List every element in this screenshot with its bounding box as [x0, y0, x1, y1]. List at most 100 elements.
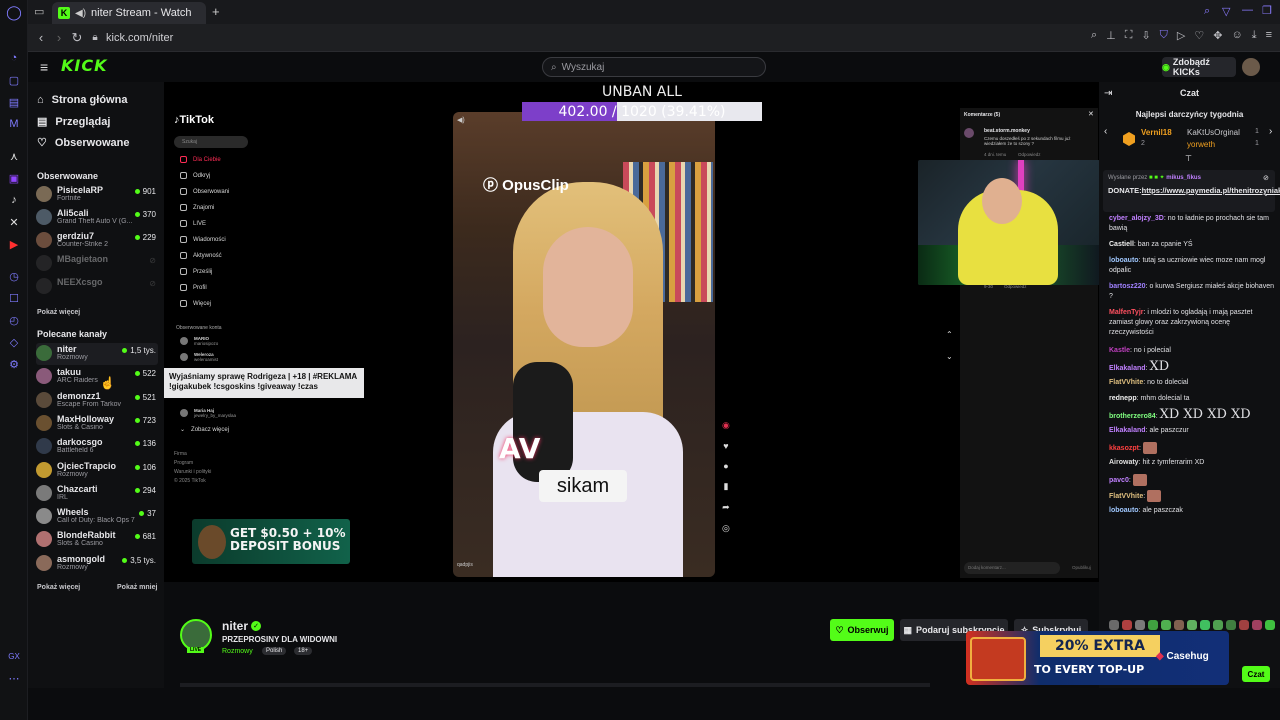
chat-username[interactable]: MalfenTyjr: [1109, 309, 1144, 316]
recommended-channel[interactable]: MaxHolloway Slots & Casino 723: [36, 413, 158, 435]
scroll-up-icon[interactable]: ⌃: [946, 330, 953, 339]
emote-icon[interactable]: [1200, 620, 1210, 630]
recommended-channel[interactable]: takuu ARC Raiders 522: [36, 366, 158, 388]
tab-overview-icon[interactable]: ▭: [34, 5, 44, 18]
chat-username[interactable]: kkasozpt: [1109, 445, 1139, 452]
emote-icon[interactable]: [1213, 620, 1223, 630]
more-icon[interactable]: ⋯: [6, 670, 22, 686]
stream-category[interactable]: Rozmowy: [222, 648, 253, 655]
gifters-next[interactable]: ›: [1269, 126, 1272, 137]
puzzle-icon[interactable]: ✥: [1213, 29, 1222, 42]
download-icon[interactable]: ⤓: [1252, 29, 1257, 42]
recommended-channel[interactable]: Chazcarti IRL 294: [36, 483, 158, 505]
menu-icon[interactable]: ≡: [1266, 29, 1272, 42]
messenger-icon[interactable]: M: [6, 116, 22, 132]
bookmark-icon[interactable]: ☐: [6, 290, 22, 306]
emote-icon[interactable]: [1122, 620, 1132, 630]
chat-username[interactable]: brotherzero84: [1109, 413, 1156, 420]
gx-icon[interactable]: GX: [6, 648, 22, 664]
url-field[interactable]: kick.com/niter: [106, 32, 173, 44]
zoom-icon[interactable]: ⌕: [1091, 29, 1097, 42]
profile-icon[interactable]: ☺: [1231, 29, 1242, 42]
speaker-icon[interactable]: ◀): [75, 8, 86, 19]
chat-username[interactable]: Airowaty: [1109, 459, 1139, 466]
emote-icon[interactable]: [1174, 620, 1184, 630]
play-icon[interactable]: ▷: [1177, 29, 1185, 42]
nav-home[interactable]: ⌂ Strona główna: [37, 94, 127, 106]
reload-button[interactable]: ↻: [68, 29, 86, 47]
video-player[interactable]: ♪TikTok Szukaj Obserwowane konta ⌄ Zobacz…: [164, 82, 1100, 582]
chat-username[interactable]: rednepp: [1109, 395, 1137, 402]
clock-icon[interactable]: ◴: [6, 312, 22, 328]
channel-name[interactable]: niter: [222, 619, 248, 633]
dl-icon[interactable]: ⇩: [1141, 29, 1150, 42]
aria-icon[interactable]: ◔: [6, 50, 22, 66]
forward-button[interactable]: ›: [50, 29, 68, 47]
tag-polish[interactable]: Polish: [262, 647, 287, 655]
emote-icon[interactable]: [1135, 620, 1145, 630]
extensions-icon[interactable]: ◇: [6, 334, 22, 350]
youtube-icon[interactable]: ▶: [6, 236, 22, 252]
kick-logo[interactable]: KICK: [61, 56, 108, 75]
x-icon[interactable]: ✕: [6, 214, 22, 230]
pinned-link[interactable]: https://www.paymedia.pl/thenitrozyniak: [1142, 186, 1280, 195]
emote-icon[interactable]: [1239, 620, 1249, 630]
gifters-prev[interactable]: ‹: [1104, 126, 1107, 137]
minimize-icon[interactable]: ▽: [1222, 5, 1230, 18]
recommended-channel[interactable]: BlondeRabbit Slots & Casino 681: [36, 529, 158, 551]
emote-icon[interactable]: [1161, 620, 1171, 630]
tag-18[interactable]: 18+: [294, 647, 313, 655]
get-kicks-button[interactable]: ◉ Zdobądź KICKs: [1162, 57, 1236, 77]
hamburger-icon[interactable]: ≡: [40, 59, 48, 75]
settings-icon[interactable]: ⚙: [6, 356, 22, 372]
workspace-icon[interactable]: ▢: [6, 72, 22, 88]
chat-username[interactable]: pavc0: [1109, 477, 1129, 484]
chat-username[interactable]: cyber_alojzy_3D: [1109, 215, 1164, 222]
history-icon[interactable]: ◷: [6, 268, 22, 284]
follow-button[interactable]: ♡ Obserwuj: [830, 619, 894, 641]
chat-username[interactable]: loboauto: [1109, 257, 1139, 264]
chat-username[interactable]: loboauto: [1109, 507, 1139, 514]
wallet-icon[interactable]: ▤: [6, 94, 22, 110]
chat-username[interactable]: Castiell: [1109, 241, 1134, 248]
chat-username[interactable]: FlatVVhite: [1109, 493, 1143, 500]
tab-active[interactable]: K ◀) niter Stream - Watch l: [52, 2, 206, 24]
twitch-icon[interactable]: ▣: [6, 170, 22, 186]
followed-channel[interactable]: MBagietaon ⊘: [36, 253, 158, 275]
heart-icon[interactable]: ♡: [1194, 29, 1204, 42]
chat-username[interactable]: bartosz220: [1109, 283, 1146, 290]
search-tabs-icon[interactable]: ⌕: [1204, 5, 1210, 18]
snapshot-icon[interactable]: ⛶: [1125, 29, 1133, 42]
emote-icon[interactable]: [1187, 620, 1197, 630]
recommended-channel[interactable]: Wheels Call of Duty: Black Ops 7 37: [36, 506, 158, 528]
recommended-channel[interactable]: asmongold Rozmowy 3,5 tys.: [36, 553, 158, 575]
shield-icon[interactable]: ⛉: [1160, 29, 1168, 42]
emote-icon[interactable]: [1265, 620, 1275, 630]
tiktok-icon[interactable]: ♪: [6, 192, 22, 208]
scroll-down-icon[interactable]: ⌄: [946, 352, 953, 361]
chat-username[interactable]: Elkakaland: [1109, 365, 1146, 372]
chat-username[interactable]: Kastle: [1109, 347, 1130, 354]
show-more-recommended[interactable]: Pokaż więcej: [37, 584, 80, 591]
emote-icon[interactable]: [1252, 620, 1262, 630]
followed-channel[interactable]: gerdziu7 Counter-Strike 2 229: [36, 230, 158, 252]
search-input[interactable]: ⌕ Wyszukaj: [542, 57, 766, 77]
back-button[interactable]: ‹: [32, 29, 50, 47]
followed-channel[interactable]: NEEXcsgo ⊘: [36, 276, 158, 298]
emote-icon[interactable]: [1226, 620, 1236, 630]
avatar[interactable]: [1242, 58, 1260, 76]
nav-following[interactable]: ♡ Obserwowane: [37, 136, 129, 150]
recommended-channel[interactable]: OjciecTrapcio Rozmowy 106: [36, 460, 158, 482]
followed-channel[interactable]: Ali5cali Grand Theft Auto V (G... 370: [36, 207, 158, 229]
show-less-recommended[interactable]: Pokaż mniej: [117, 584, 157, 591]
opera-logo-icon[interactable]: ◯: [6, 4, 22, 20]
expand-icon[interactable]: ⌄: [1263, 190, 1269, 198]
window-maximize-icon[interactable]: ❐: [1262, 4, 1272, 17]
chat-username[interactable]: Elkakaland: [1109, 427, 1146, 434]
unpin-icon[interactable]: ⊘: [1263, 174, 1269, 182]
emote-icon[interactable]: [1148, 620, 1158, 630]
new-tab-button[interactable]: +: [212, 4, 220, 19]
show-more-followed[interactable]: Pokaż więcej: [37, 309, 80, 316]
emote-icon[interactable]: [1109, 620, 1119, 630]
pin-icon[interactable]: ⊥: [1106, 29, 1116, 42]
